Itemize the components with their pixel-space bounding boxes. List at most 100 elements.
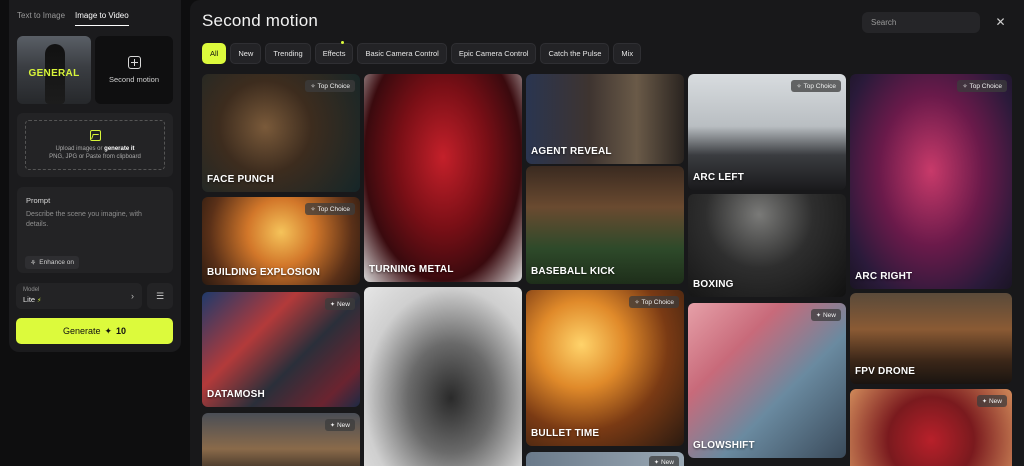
card-label: GLOWSHIFT (693, 440, 755, 451)
add-square-icon (127, 56, 141, 69)
star-icon: ✧ (634, 299, 640, 306)
upload-formats: PNG, JPG or Paste from clipboard (49, 154, 141, 160)
chip-epic-camera-control[interactable]: Epic Camera Control (450, 43, 537, 64)
sparkle-icon: ✦ (329, 422, 335, 429)
settings-button[interactable]: ☰ (147, 283, 173, 309)
tab-image-to-video[interactable]: Image to Video (75, 8, 129, 26)
enhance-toggle[interactable]: ⚘ Enhance on (25, 256, 79, 269)
upload-area[interactable]: Upload images or generate it PNG, JPG or… (17, 113, 173, 177)
card-label: BUILDING EXPLOSION (207, 267, 321, 278)
badge-label: New (336, 300, 350, 308)
second-motion-thumb[interactable]: Second motion (95, 36, 173, 104)
card-label: TURNING METAL (369, 264, 454, 275)
sparkle-icon: ✦ (104, 325, 113, 336)
card-label: FACE PUNCH (207, 174, 275, 185)
generate-it-link[interactable]: generate it (104, 146, 134, 152)
chip-trending[interactable]: Trending (265, 43, 311, 64)
card-label: BULLET TIME (531, 428, 600, 439)
model-selector[interactable]: Model Lite ⚡ › (16, 283, 142, 309)
card-label: ARC RIGHT (855, 271, 913, 282)
chip-mix[interactable]: Mix (613, 43, 642, 64)
generate-credit-count: 10 (116, 326, 127, 336)
motion-thumbs: GENERAL Second motion (17, 36, 173, 104)
badge-label: Top Choice (317, 205, 350, 213)
badge-label: Top Choice (317, 82, 350, 90)
motion-card-fpv-drone[interactable]: FPV DRONE (850, 293, 1012, 384)
motion-card-turning-metal[interactable]: TURNING METAL (364, 74, 522, 282)
top-choice-badge: ✧ Top Choice (629, 296, 679, 308)
app-root: Text to Image Image to Video GENERAL Sec… (0, 0, 1024, 466)
card-label: BASEBALL KICK (531, 266, 616, 277)
badge-label: Top Choice (641, 298, 674, 306)
model-label: Model (23, 287, 40, 293)
close-icon[interactable]: ✕ (990, 12, 1011, 33)
top-choice-badge: ✧ Top Choice (305, 80, 355, 92)
motion-card-agent-reveal[interactable]: AGENT REVEAL (526, 74, 684, 164)
chip-effects[interactable]: Effects (314, 41, 354, 64)
badge-label: Top Choice (969, 82, 1002, 90)
upload-dropzone[interactable]: Upload images or generate it PNG, JPG or… (25, 120, 165, 170)
enhance-label: Enhance on (39, 259, 74, 266)
motion-card-baseball-kick[interactable]: BASEBALL KICK (526, 166, 684, 284)
prompt-label: Prompt (26, 196, 51, 205)
badge-label: New (660, 458, 674, 466)
sparkle-icon: ✦ (981, 398, 987, 405)
new-badge: ✦ New (324, 419, 355, 431)
motion-card-bottom-col3[interactable]: ✦ New (526, 452, 684, 466)
main-panel: Second motion Search ✕ All New Trending … (190, 0, 1024, 466)
motion-card-face-punch[interactable]: ✧ Top Choice FACE PUNCH (202, 74, 360, 192)
lightning-icon: ⚡ (37, 298, 42, 304)
motion-card-building-explosion[interactable]: ✧ Top Choice BUILDING EXPLOSION (202, 197, 360, 285)
second-motion-label: Second motion (108, 75, 160, 84)
motion-card-bottom-left[interactable]: ✦ New (202, 413, 360, 466)
top-choice-badge: ✧ Top Choice (957, 80, 1007, 92)
page-title: Second motion (202, 11, 319, 30)
chip-catch-the-pulse[interactable]: Catch the Pulse (540, 43, 610, 64)
upload-hint: Upload images or generate it (55, 146, 134, 152)
badge-label: New (988, 397, 1002, 405)
upload-hint-prefix: Upload images or (55, 146, 103, 152)
star-icon: ✧ (310, 206, 316, 213)
new-badge: ✦ New (324, 298, 355, 310)
top-choice-badge: ✧ Top Choice (791, 80, 841, 92)
prompt-box[interactable]: Prompt Describe the scene you imagine, w… (17, 187, 173, 273)
tab-text-to-image[interactable]: Text to Image (17, 8, 65, 28)
card-label: FPV DRONE (855, 366, 916, 377)
card-label: BOXING (693, 279, 734, 290)
search-input[interactable]: Search (862, 12, 980, 33)
badge-label: New (336, 421, 350, 429)
new-badge: ✦ New (976, 395, 1007, 407)
mode-tabs: Text to Image Image to Video (17, 8, 129, 28)
category-chips: All New Trending Effects Basic Camera Co… (202, 41, 642, 64)
motion-card-arc-right[interactable]: ✧ Top Choice ARC RIGHT (850, 74, 1012, 289)
chip-all[interactable]: All (202, 43, 227, 64)
motion-card-boxing[interactable]: BOXING (688, 194, 846, 297)
motion-card-bottom-col5[interactable]: ✦ New (850, 389, 1012, 466)
model-value: Lite ⚡ (23, 295, 135, 304)
motion-card-bullet-time[interactable]: ✧ Top Choice BULLET TIME (526, 290, 684, 446)
image-upload-icon (89, 130, 101, 141)
badge-label: New (822, 311, 836, 319)
prompt-input[interactable]: Describe the scene you imagine, with det… (26, 210, 166, 230)
generate-button[interactable]: Generate ✦ 10 (16, 318, 173, 344)
card-label: AGENT REVEAL (531, 146, 612, 157)
motion-card-arc-left[interactable]: ✧ Top Choice ARC LEFT (688, 74, 846, 190)
new-indicator-dot (341, 41, 345, 44)
general-motion-thumb[interactable]: GENERAL (17, 36, 91, 104)
chevron-right-icon: › (131, 291, 134, 301)
model-name: Lite (23, 295, 36, 304)
card-label: ARC LEFT (693, 172, 745, 183)
magic-wand-icon: ⚘ (30, 259, 37, 267)
motion-card-vr-headset[interactable] (364, 287, 522, 466)
badge-label: Top Choice (803, 82, 836, 90)
sliders-icon: ☰ (155, 290, 165, 301)
sparkle-icon: ✦ (653, 459, 659, 466)
star-icon: ✧ (310, 83, 316, 90)
top-choice-badge: ✧ Top Choice (305, 203, 355, 215)
motion-card-glowshift[interactable]: ✦ New GLOWSHIFT (688, 303, 846, 458)
chip-new[interactable]: New (230, 43, 262, 64)
star-icon: ✧ (796, 83, 802, 90)
chip-basic-camera-control[interactable]: Basic Camera Control (357, 43, 447, 64)
new-badge: ✦ New (648, 456, 679, 466)
motion-card-datamosh[interactable]: ✦ New DATAMOSH (202, 292, 360, 407)
